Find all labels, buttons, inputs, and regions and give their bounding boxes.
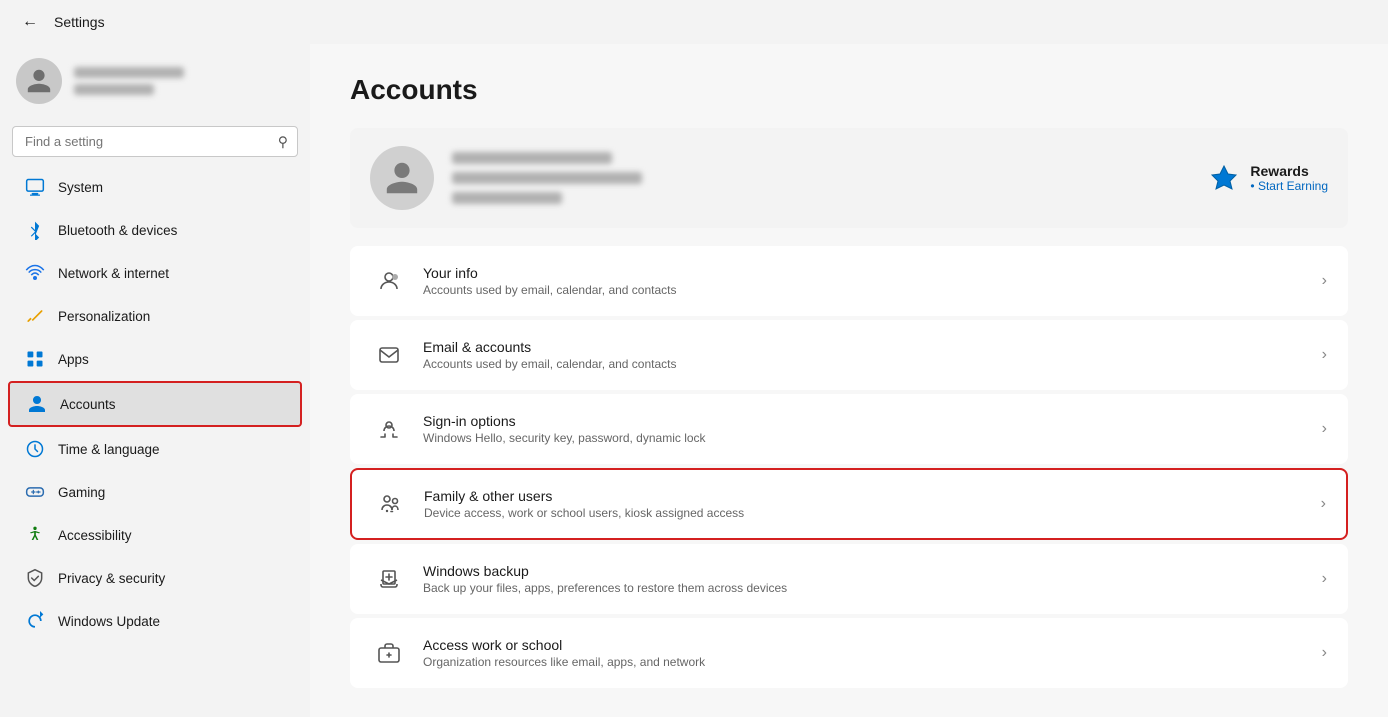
settings-list: Your info Accounts used by email, calend… [350,246,1348,688]
user-name-blurred [74,67,184,95]
sidebar-item-system[interactable]: System [8,166,302,208]
app-title: Settings [54,14,105,30]
sidebar-item-time[interactable]: Time & language [8,428,302,470]
settings-card-signin[interactable]: Sign-in options Windows Hello, security … [350,394,1348,464]
privacy-icon [24,567,46,589]
sidebar-item-label: Accessibility [58,528,132,543]
sidebar-item-label: Network & internet [58,266,169,281]
settings-card-title: Windows backup [423,563,1306,579]
accounts-icon [26,393,48,415]
chevron-right-icon: › [1322,272,1327,290]
chevron-right-icon: › [1321,495,1326,513]
rewards-subtitle: • Start Earning [1250,179,1328,193]
rewards-dot: • [1250,179,1254,193]
account-header-card[interactable]: Rewards • Start Earning [350,128,1348,228]
accessibility-icon [24,524,46,546]
rewards-subtitle-text: Start Earning [1258,179,1328,193]
back-button[interactable]: ← [16,8,44,36]
settings-card-title: Access work or school [423,637,1306,653]
gaming-icon [24,481,46,503]
rewards-title: Rewards [1250,163,1328,179]
sidebar-item-accounts[interactable]: Accounts [8,381,302,427]
system-icon [24,176,46,198]
sidebar-item-bluetooth[interactable]: Bluetooth & devices [8,209,302,251]
settings-card-family[interactable]: Family & other users Device access, work… [350,468,1348,540]
settings-card-subtitle: Device access, work or school users, kio… [424,506,1305,520]
rewards-section[interactable]: Rewards • Start Earning [1208,162,1328,194]
content-area: Accounts [310,44,1388,717]
update-icon [24,610,46,632]
settings-card-text: Sign-in options Windows Hello, security … [423,413,1306,445]
settings-card-text: Your info Accounts used by email, calend… [423,265,1306,297]
time-icon [24,438,46,460]
rewards-text: Rewards • Start Earning [1250,163,1328,193]
sidebar-item-label: Accounts [60,397,116,412]
backup-icon [371,561,407,597]
sidebar-item-gaming[interactable]: Gaming [8,471,302,513]
settings-card-title: Sign-in options [423,413,1306,429]
bluetooth-icon [24,219,46,241]
title-bar: ← Settings [0,0,1388,44]
sidebar-item-label: Apps [58,352,89,367]
chevron-right-icon: › [1322,420,1327,438]
sidebar-item-label: Gaming [58,485,105,500]
sidebar-user-profile[interactable] [0,44,310,118]
sidebar-item-label: System [58,180,103,195]
work-icon [371,635,407,671]
email-icon [371,337,407,373]
personalization-icon [24,305,46,327]
settings-card-subtitle: Windows Hello, security key, password, d… [423,431,1306,445]
account-avatar [370,146,434,210]
sidebar-item-label: Windows Update [58,614,160,629]
chevron-right-icon: › [1322,346,1327,364]
family-icon [372,486,408,522]
sidebar-item-label: Personalization [58,309,150,324]
chevron-right-icon: › [1322,644,1327,662]
settings-card-text: Family & other users Device access, work… [424,488,1305,520]
sidebar: ⚲ System [0,44,310,717]
network-icon [24,262,46,284]
sidebar-item-privacy[interactable]: Privacy & security [8,557,302,599]
settings-card-subtitle: Organization resources like email, apps,… [423,655,1306,669]
sidebar-item-label: Time & language [58,442,160,457]
account-header-left [370,146,642,210]
sidebar-item-update[interactable]: Windows Update [8,600,302,642]
settings-card-email[interactable]: Email & accounts Accounts used by email,… [350,320,1348,390]
settings-card-your-info[interactable]: Your info Accounts used by email, calend… [350,246,1348,316]
sidebar-item-label: Privacy & security [58,571,165,586]
settings-card-title: Email & accounts [423,339,1306,355]
sidebar-item-personalization[interactable]: Personalization [8,295,302,337]
sidebar-item-accessibility[interactable]: Accessibility [8,514,302,556]
search-container: ⚲ [12,126,298,157]
sidebar-item-apps[interactable]: Apps [8,338,302,380]
settings-card-work[interactable]: Access work or school Organization resou… [350,618,1348,688]
sidebar-item-label: Bluetooth & devices [58,223,177,238]
page-title: Accounts [350,74,1348,106]
avatar [16,58,62,104]
settings-card-text: Windows backup Back up your files, apps,… [423,563,1306,595]
your-info-icon [371,263,407,299]
account-info [452,152,642,204]
settings-card-subtitle: Accounts used by email, calendar, and co… [423,357,1306,371]
nav-menu: System Bluetooth & devices [0,165,310,643]
settings-card-title: Your info [423,265,1306,281]
sidebar-item-network[interactable]: Network & internet [8,252,302,294]
apps-icon [24,348,46,370]
settings-card-title: Family & other users [424,488,1305,504]
main-layout: ⚲ System [0,44,1388,717]
settings-card-backup[interactable]: Windows backup Back up your files, apps,… [350,544,1348,614]
chevron-right-icon: › [1322,570,1327,588]
search-input[interactable] [12,126,298,157]
settings-card-subtitle: Accounts used by email, calendar, and co… [423,283,1306,297]
settings-card-text: Access work or school Organization resou… [423,637,1306,669]
settings-card-subtitle: Back up your files, apps, preferences to… [423,581,1306,595]
rewards-icon [1208,162,1240,194]
signin-icon [371,411,407,447]
settings-card-text: Email & accounts Accounts used by email,… [423,339,1306,371]
